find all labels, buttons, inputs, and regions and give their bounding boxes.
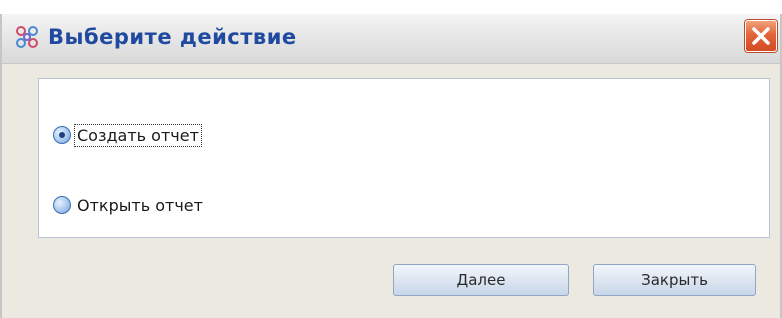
option-open-report[interactable]: Открыть отчет xyxy=(53,192,205,218)
options-panel: Создать отчет Открыть отчет xyxy=(38,78,770,238)
dialog-title: Выберите действие xyxy=(48,25,297,49)
close-window-button[interactable] xyxy=(745,20,777,52)
page: Выберите действие Создать отчет Открыть … xyxy=(0,0,782,318)
option-create-label: Создать отчет xyxy=(74,123,202,147)
action-dialog: Выберите действие Создать отчет Открыть … xyxy=(0,14,782,318)
cropped-top-area xyxy=(0,0,782,14)
radio-unselected-icon[interactable] xyxy=(53,196,71,214)
radio-dot xyxy=(59,132,65,138)
next-button[interactable]: Далее xyxy=(393,264,569,296)
option-open-label: Открыть отчет xyxy=(77,195,203,215)
radio-selected-icon[interactable] xyxy=(53,126,71,144)
close-button[interactable]: Закрыть xyxy=(593,264,756,296)
option-create-report[interactable]: Создать отчет xyxy=(53,122,202,148)
app-grid-icon xyxy=(14,24,40,50)
title-bar[interactable]: Выберите действие xyxy=(2,14,780,64)
